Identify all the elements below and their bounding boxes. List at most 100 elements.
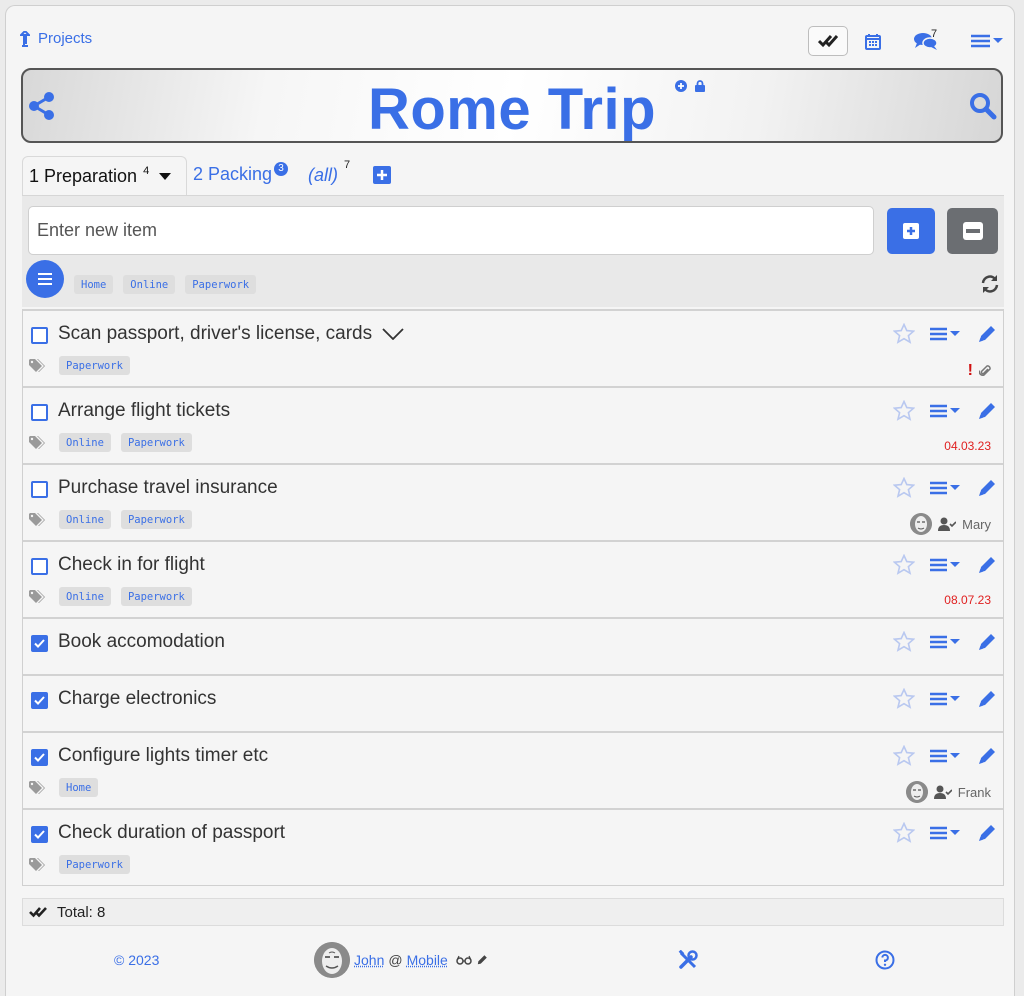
calendar-icon (865, 33, 881, 50)
main-menu-button[interactable] (954, 34, 1004, 48)
edit-pencil-icon[interactable] (476, 954, 488, 966)
comments-count: 7 (931, 28, 938, 40)
tags-icon (29, 589, 49, 604)
star-icon[interactable] (893, 745, 915, 766)
refresh-icon[interactable] (980, 274, 1000, 294)
item-tag[interactable]: Home (59, 778, 99, 797)
star-icon[interactable] (893, 688, 915, 709)
tab-preparation[interactable]: 1 Preparation 4 (22, 156, 187, 196)
item-checkbox-checked[interactable] (31, 692, 48, 709)
assignee-name: Mary (962, 516, 991, 532)
star-icon[interactable] (893, 400, 915, 421)
star-icon[interactable] (893, 477, 915, 498)
item-tag[interactable]: Paperwork (120, 433, 192, 452)
plus-circle-icon[interactable] (675, 80, 687, 92)
edit-pencil-icon[interactable] (977, 401, 997, 421)
item-checkbox[interactable] (31, 327, 48, 344)
edit-pencil-icon[interactable] (977, 324, 997, 344)
settings-tools-icon[interactable] (678, 950, 698, 970)
help-icon[interactable] (875, 950, 895, 970)
done-toggle-button[interactable] (808, 26, 848, 56)
avatar (905, 781, 928, 803)
caret-down-icon[interactable] (159, 173, 172, 180)
project-title: Rome Trip (367, 77, 657, 142)
item-menu-icon[interactable] (929, 558, 963, 572)
projects-link[interactable]: Projects (20, 30, 92, 47)
tags-icon (29, 435, 49, 450)
item-text[interactable]: Scan passport, driver's license, cards (58, 323, 372, 345)
item-menu-icon[interactable] (929, 481, 963, 495)
filter-tag-paperwork[interactable]: Paperwork (185, 275, 257, 294)
tags-icon (29, 780, 49, 795)
item-checkbox-checked[interactable] (31, 826, 48, 843)
add-item-button[interactable] (887, 208, 935, 254)
item-checkbox[interactable] (31, 558, 48, 575)
item-tag[interactable]: Paperwork (59, 855, 130, 874)
item-tag[interactable]: Online (59, 510, 111, 529)
tab-all[interactable]: (all) 7 (308, 159, 350, 186)
user-name-link[interactable]: John (354, 952, 384, 968)
item-menu-icon[interactable] (929, 635, 963, 649)
item-menu-icon[interactable] (929, 404, 963, 418)
item-text[interactable]: Arrange flight tickets (58, 400, 230, 422)
tab-count: 4 (143, 164, 150, 177)
calendar-button[interactable] (848, 33, 898, 50)
star-icon[interactable] (893, 631, 915, 652)
glasses-icon[interactable] (456, 955, 472, 965)
due-date: 08.07.23 (944, 593, 991, 607)
filter-menu-button[interactable] (26, 260, 64, 298)
collapse-button[interactable] (947, 208, 998, 254)
item-tag[interactable]: Paperwork (120, 510, 192, 529)
comments-button[interactable]: 7 (898, 28, 954, 50)
user-check-icon (938, 517, 957, 531)
star-icon[interactable] (893, 323, 915, 344)
item-text[interactable]: Purchase travel insurance (58, 477, 278, 499)
tab-label: 2 Packing (193, 164, 273, 184)
star-icon[interactable] (893, 822, 915, 843)
item-text[interactable]: Check in for flight (58, 554, 205, 576)
copyright: © 2023 (114, 952, 160, 968)
item-tag[interactable]: Online (59, 433, 111, 452)
item-checkbox[interactable] (31, 481, 48, 498)
item-menu-icon[interactable] (929, 826, 963, 840)
top-bar: Projects 7 (20, 26, 1004, 56)
edit-pencil-icon[interactable] (977, 746, 997, 766)
item-tag[interactable]: Online (59, 587, 111, 606)
tags-icon (29, 358, 49, 373)
edit-pencil-icon[interactable] (977, 555, 997, 575)
add-list-icon[interactable] (373, 166, 391, 184)
new-item-panel: Enter new item Home Online Paperwork (22, 195, 1004, 307)
tab-packing[interactable]: 2 Packing 3 (193, 162, 289, 185)
item-tag[interactable]: Paperwork (120, 587, 192, 606)
new-item-input[interactable]: Enter new item (28, 206, 874, 255)
item-tag[interactable]: Paperwork (59, 356, 130, 375)
item-checkbox-checked[interactable] (31, 635, 48, 652)
edit-pencil-icon[interactable] (977, 823, 997, 843)
star-icon[interactable] (893, 554, 915, 575)
chevron-down-icon[interactable] (382, 328, 404, 340)
item-checkbox-checked[interactable] (31, 749, 48, 766)
plus-square-icon (903, 223, 919, 239)
tags-icon (29, 857, 49, 872)
item-menu-icon[interactable] (929, 749, 963, 763)
item-menu-icon[interactable] (929, 692, 963, 706)
lock-icon[interactable] (695, 80, 705, 92)
item-text[interactable]: Book accomodation (58, 631, 225, 653)
device-link[interactable]: Mobile (407, 952, 448, 968)
edit-pencil-icon[interactable] (977, 632, 997, 652)
list-item: Check in for flight Online Paperwork 08.… (23, 540, 1003, 617)
item-text[interactable]: Configure lights timer etc (58, 745, 268, 767)
avatar (910, 513, 933, 535)
total-count: Total: 8 (57, 903, 106, 921)
edit-pencil-icon[interactable] (977, 478, 997, 498)
edit-pencil-icon[interactable] (977, 689, 997, 709)
item-menu-icon[interactable] (929, 327, 963, 341)
item-checkbox[interactable] (31, 404, 48, 421)
window-minimize-icon (962, 222, 983, 240)
filter-tag-online[interactable]: Online (123, 275, 176, 294)
item-text[interactable]: Check duration of passport (58, 822, 285, 844)
filter-tag-home[interactable]: Home (74, 275, 114, 294)
item-text[interactable]: Charge electronics (58, 688, 216, 710)
avatar[interactable] (314, 942, 350, 978)
search-icon[interactable] (969, 92, 997, 120)
